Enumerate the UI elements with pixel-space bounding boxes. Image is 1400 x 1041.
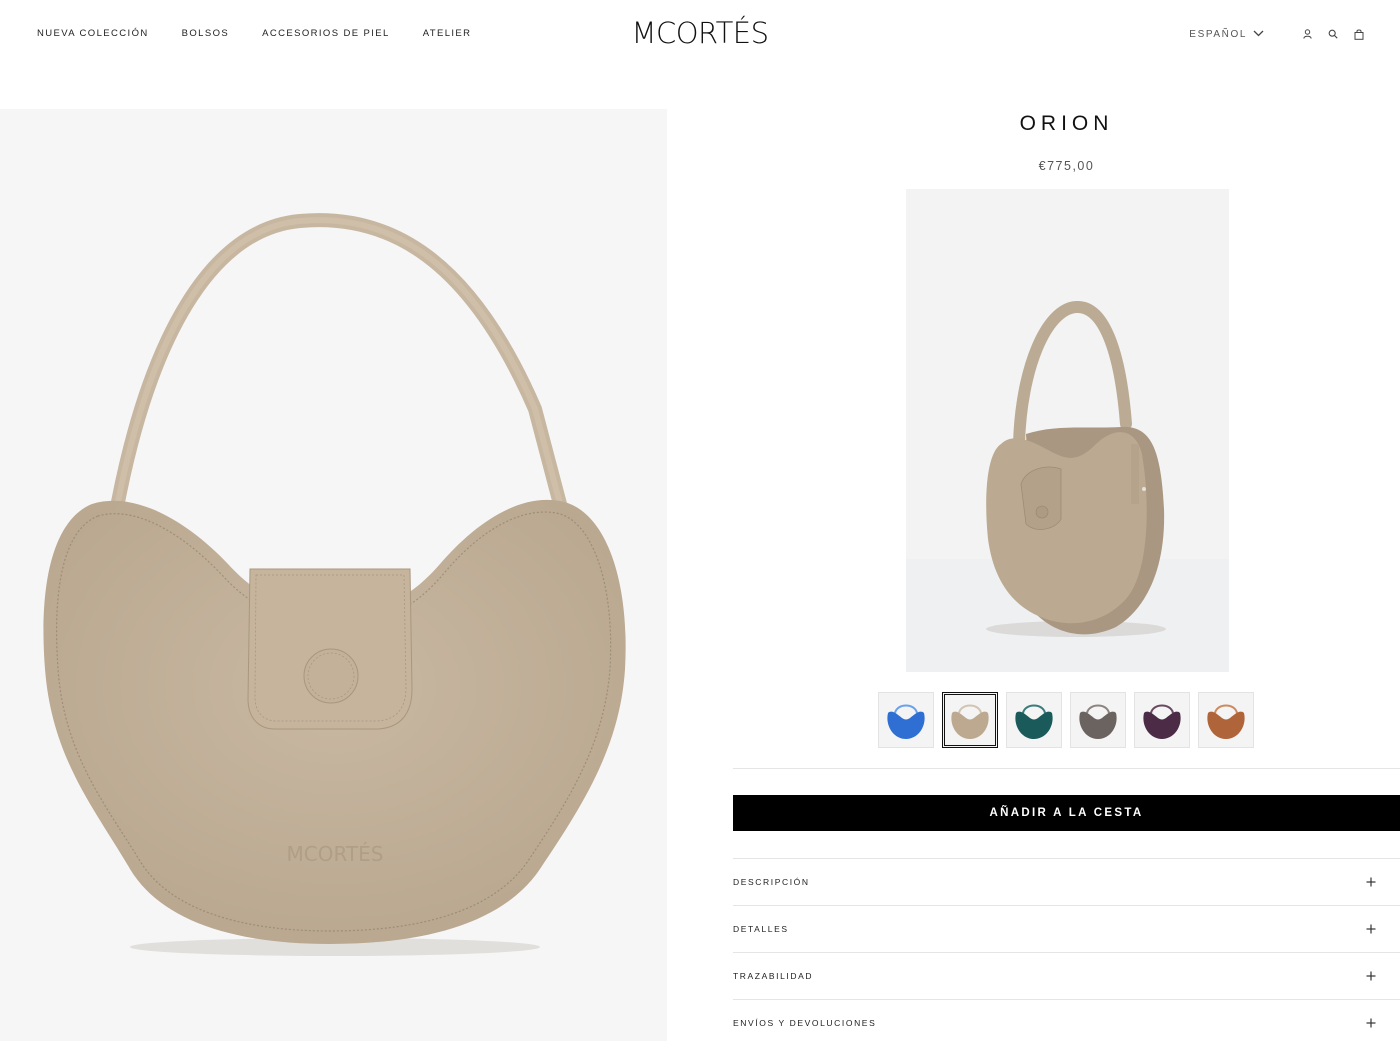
bag-side-illustration: [906, 301, 1229, 672]
color-swatches: [878, 692, 1254, 748]
site-header: NUEVA COLECCIÓN BOLSOS ACCESORIOS DE PIE…: [0, 0, 1400, 70]
bag-embossed-logo: MCORTÉS: [287, 842, 384, 866]
plus-icon: [1366, 875, 1376, 890]
product-accordion: DESCRIPCIÓN DETALLES TRAZABILIDAD ENVÍOS…: [733, 858, 1400, 1041]
swatch-plum[interactable]: [1134, 692, 1190, 748]
plus-icon: [1366, 922, 1376, 937]
accordion-label: DETALLES: [733, 924, 789, 934]
swatch-teal[interactable]: [1006, 692, 1062, 748]
language-label: ESPAÑOL: [1189, 28, 1247, 40]
product-main-image[interactable]: MCORTÉS: [0, 109, 667, 1041]
swatch-grey[interactable]: [1070, 692, 1126, 748]
accordion-label: ENVÍOS Y DEVOLUCIONES: [733, 1018, 877, 1028]
chevron-down-icon: [1253, 29, 1264, 40]
bag-icon[interactable]: [1352, 26, 1366, 42]
accordion-trazabilidad[interactable]: TRAZABILIDAD: [733, 952, 1400, 999]
product-secondary-image[interactable]: [906, 189, 1229, 672]
product-price: €775,00: [1038, 159, 1095, 173]
accordion-detalles[interactable]: DETALLES: [733, 905, 1400, 952]
divider: [733, 768, 1400, 769]
user-icon[interactable]: [1300, 26, 1314, 42]
accordion-label: DESCRIPCIÓN: [733, 877, 810, 887]
swatch-taupe[interactable]: [942, 692, 998, 748]
accordion-envios-y-devoluciones[interactable]: ENVÍOS Y DEVOLUCIONES: [733, 999, 1400, 1041]
product-title: ORION: [1019, 112, 1114, 135]
add-to-cart-button[interactable]: AÑADIR A LA CESTA: [733, 795, 1400, 831]
header-utilities: ESPAÑOL: [1189, 26, 1366, 42]
plus-icon: [1366, 1016, 1376, 1031]
bag-front-illustration: MCORTÉS: [43, 213, 626, 956]
accordion-descripcion[interactable]: DESCRIPCIÓN: [733, 858, 1400, 905]
language-selector[interactable]: ESPAÑOL: [1189, 29, 1264, 40]
plus-icon: [1366, 969, 1376, 984]
swatch-blue[interactable]: [878, 692, 934, 748]
swatch-cognac[interactable]: [1198, 692, 1254, 748]
accordion-label: TRAZABILIDAD: [733, 971, 814, 981]
search-icon[interactable]: [1326, 26, 1340, 42]
